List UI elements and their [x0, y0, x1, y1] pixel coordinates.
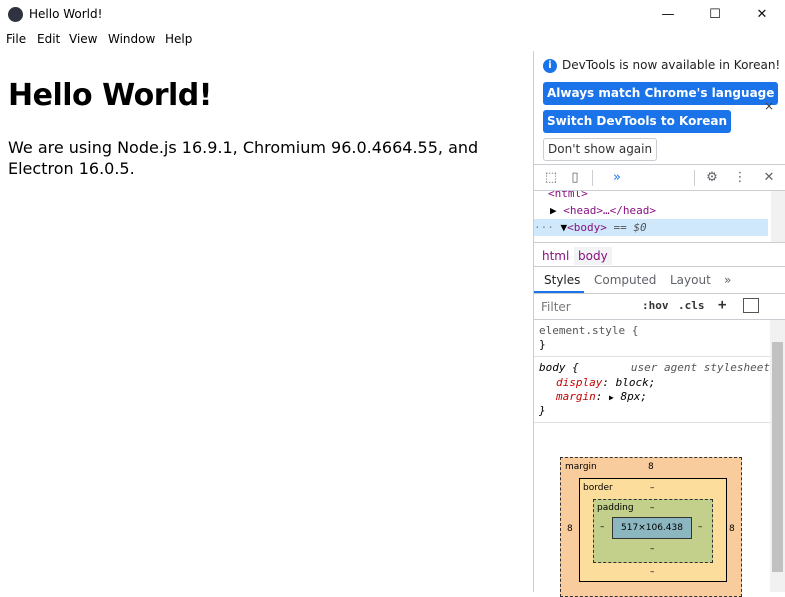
closing-brace: } — [539, 338, 546, 351]
menu-view[interactable]: View — [69, 32, 97, 46]
expand-arrow-icon[interactable]: ▶ — [550, 204, 557, 217]
devtools-panel: i DevTools is now available in Korean! A… — [533, 51, 785, 597]
body-selector[interactable]: body { — [539, 361, 579, 375]
more-panels-icon[interactable]: » — [608, 169, 626, 187]
padding-top-value[interactable]: – — [650, 503, 655, 513]
menu-help[interactable]: Help — [165, 32, 192, 46]
tree-node-html[interactable]: <html> — [548, 191, 782, 202]
version-paragraph: We are using Node.js 16.9.1, Chromium 96… — [8, 138, 479, 178]
breadcrumb-html[interactable]: html — [538, 247, 573, 265]
margin-label: margin — [565, 462, 597, 472]
box-model-border[interactable]: border – – padding – – – – 517×106.438 — [579, 478, 727, 582]
sidebar-tabs: Styles Computed Layout » — [534, 267, 785, 294]
styles-scrollbar[interactable] — [770, 320, 785, 592]
inspect-element-icon[interactable]: ⬚ — [542, 169, 560, 187]
rule-divider — [534, 422, 770, 423]
box-model-margin[interactable]: margin 8 8 8 border – – padding – – – – … — [560, 457, 742, 597]
device-toolbar-icon[interactable]: ▯ — [566, 169, 584, 187]
toolbar-divider — [694, 170, 695, 186]
menu-file[interactable]: File — [6, 32, 26, 46]
notice-text: DevTools is now available in Korean! — [562, 58, 781, 72]
filter-input[interactable]: Filter — [541, 300, 571, 314]
hov-toggle[interactable]: :hov — [642, 299, 669, 312]
tab-computed[interactable]: Computed — [594, 273, 656, 287]
close-button[interactable]: ✕ — [739, 3, 785, 25]
toggle-sidebar-icon[interactable] — [743, 298, 759, 313]
window-title: Hello World! — [29, 7, 103, 21]
box-model-diagram: margin 8 8 8 border – – padding – – – – … — [560, 457, 742, 597]
title-bar: Hello World! — ☐ ✕ — [0, 0, 785, 29]
switch-korean-button[interactable]: Switch DevTools to Korean — [543, 110, 732, 133]
tab-layout[interactable]: Layout — [670, 273, 711, 287]
closing-brace: } — [539, 404, 546, 417]
menu-edit[interactable]: Edit — [37, 32, 60, 46]
menu-window[interactable]: Window — [108, 32, 155, 46]
border-label: border — [583, 483, 613, 493]
elements-tree: <html> ▶ <head>…</head> ··· ▼<body> == $… — [534, 191, 785, 243]
scrollbar-thumb[interactable] — [772, 342, 783, 572]
margin-right-value[interactable]: 8 — [729, 524, 735, 534]
match-language-button[interactable]: Always match Chrome's language — [543, 82, 779, 105]
rule-divider — [534, 356, 770, 357]
more-options-icon[interactable]: ⋮ — [731, 169, 749, 187]
margin-left-value[interactable]: 8 — [567, 524, 573, 534]
display-declaration[interactable]: display: block; — [556, 376, 655, 390]
padding-right-value[interactable]: – — [698, 522, 703, 532]
page-heading: Hello World! — [8, 78, 212, 113]
elements-scrollbar[interactable] — [771, 191, 785, 242]
notice-close-icon[interactable]: × — [764, 99, 774, 113]
menu-bar: File Edit View Window Help — [0, 29, 785, 51]
active-tab-indicator — [534, 291, 584, 293]
element-style-selector[interactable]: element.style { — [539, 324, 638, 338]
box-model-padding[interactable]: padding – – – – 517×106.438 — [593, 499, 713, 563]
cls-toggle[interactable]: .cls — [678, 299, 705, 312]
tab-styles[interactable]: Styles — [544, 273, 580, 287]
tab-more-icon[interactable]: » — [724, 273, 731, 287]
border-top-value[interactable]: – — [650, 483, 655, 493]
settings-gear-icon[interactable]: ⚙ — [703, 169, 721, 187]
margin-top-value[interactable]: 8 — [648, 462, 654, 472]
tree-node-body[interactable]: ··· ▼<body> == $0 — [534, 219, 768, 236]
maximize-button[interactable]: ☐ — [692, 3, 738, 25]
ua-stylesheet-label: user agent stylesheet — [630, 361, 770, 374]
breadcrumb-body[interactable]: body — [574, 247, 612, 265]
info-icon: i — [543, 59, 557, 73]
padding-left-value[interactable]: – — [600, 522, 605, 532]
tree-node-head[interactable]: ▶ <head>…</head> — [550, 202, 784, 219]
padding-bottom-value[interactable]: – — [650, 544, 655, 554]
dont-show-again-button[interactable]: Don't show again — [543, 138, 658, 161]
styles-filter-bar: Filter :hov .cls + — [534, 294, 785, 320]
minimize-button[interactable]: — — [645, 3, 691, 25]
breadcrumb: html body — [534, 243, 785, 267]
padding-label: padding — [597, 503, 634, 513]
close-devtools-icon[interactable]: ✕ — [760, 169, 778, 187]
border-bottom-value[interactable]: – — [650, 567, 655, 577]
devtools-toolbar: ⬚ ▯ » ⚙ ⋮ ✕ — [534, 165, 785, 191]
language-notice: i DevTools is now available in Korean! A… — [534, 51, 785, 165]
margin-declaration[interactable]: margin: ▶ 8px; — [556, 390, 647, 404]
new-rule-button[interactable]: + — [718, 297, 726, 313]
box-model-content-size[interactable]: 517×106.438 — [612, 517, 692, 539]
web-content: Hello World! We are using Node.js 16.9.1… — [0, 51, 533, 592]
electron-app-icon — [8, 7, 23, 22]
toolbar-divider — [592, 170, 593, 186]
expand-arrow-icon: ▶ — [609, 393, 614, 402]
